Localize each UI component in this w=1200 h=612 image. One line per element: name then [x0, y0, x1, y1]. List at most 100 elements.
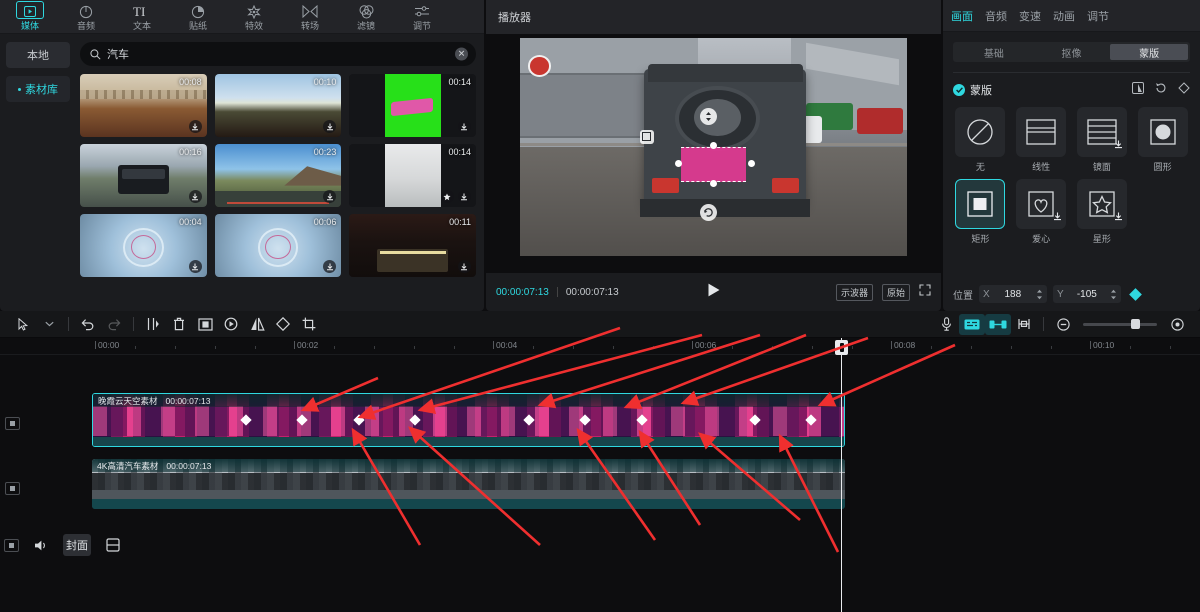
move-handle-icon[interactable] — [640, 130, 654, 144]
segment-basic[interactable]: 基础 — [955, 44, 1033, 60]
mask-shape-mirror[interactable]: 镜面 — [1075, 107, 1130, 173]
tab-effects[interactable]: 特效 — [226, 0, 282, 34]
sidebar-item-local[interactable]: 本地 — [6, 42, 70, 68]
timeline-clip-2[interactable]: 4K高清汽车素材 00:00:07:13 — [92, 459, 845, 509]
download-icon[interactable] — [1114, 208, 1123, 226]
playhead[interactable] — [841, 338, 842, 612]
media-item[interactable]: 00:10 — [215, 74, 342, 137]
tab-adjust[interactable]: 调节 — [1087, 8, 1109, 24]
mask-handle-left[interactable] — [675, 160, 682, 167]
delete-icon[interactable] — [166, 314, 192, 335]
tab-speed[interactable]: 变速 — [1019, 8, 1041, 24]
position-x-field[interactable]: X 188 — [979, 285, 1047, 303]
crop-icon[interactable] — [296, 314, 322, 335]
zoom-in-icon[interactable] — [1164, 314, 1190, 335]
track-1-toggle[interactable] — [5, 417, 20, 430]
stepper-icon[interactable] — [1036, 289, 1043, 300]
media-item[interactable]: 00:14 — [349, 74, 476, 137]
volume-icon[interactable] — [29, 534, 53, 556]
timeline-ruler[interactable]: 00:00 00:02 00:04 00:06 00:08 00:10 — [0, 338, 1200, 355]
split-icon[interactable] — [140, 314, 166, 335]
subtitle-icon[interactable] — [959, 314, 985, 335]
media-item[interactable]: 00:14 — [349, 144, 476, 207]
download-icon[interactable] — [189, 120, 202, 133]
freeze-frame-icon[interactable] — [218, 314, 244, 335]
download-icon[interactable] — [458, 190, 471, 203]
mask-shape-none[interactable]: 无 — [953, 107, 1008, 173]
position-y-value[interactable]: -105 — [1072, 289, 1102, 300]
close-icon[interactable]: ✕ — [455, 48, 468, 61]
keyframe-diamond-icon[interactable] — [1129, 288, 1142, 301]
media-item[interactable]: 00:11 — [349, 214, 476, 277]
track-toggle-icon[interactable] — [4, 539, 19, 552]
play-button[interactable] — [707, 283, 720, 302]
microphone-icon[interactable] — [933, 314, 959, 335]
tab-adjust[interactable]: 调节 — [394, 0, 450, 34]
fullscreen-icon[interactable] — [919, 283, 931, 301]
tab-filter[interactable]: 滤镜 — [338, 0, 394, 34]
crop-frame-icon[interactable] — [192, 314, 218, 335]
tab-audio[interactable]: 音频 — [58, 0, 114, 34]
mask-checkbox[interactable] — [953, 84, 965, 96]
mask-shape-circle[interactable]: 圆形 — [1135, 107, 1190, 173]
track-2-toggle[interactable] — [5, 482, 20, 495]
tab-media[interactable]: 媒体 — [2, 0, 58, 34]
search-bar[interactable]: 汽车 ✕ — [80, 42, 476, 66]
rotate-icon[interactable] — [700, 204, 717, 221]
chevron-down-icon[interactable] — [36, 314, 62, 335]
undo-icon[interactable] — [75, 314, 101, 335]
mask-shape-heart[interactable]: 爱心 — [1014, 179, 1069, 245]
cover-button[interactable]: 封面 — [63, 534, 91, 556]
position-x-value[interactable]: 188 — [998, 289, 1028, 300]
tab-sticker[interactable]: 贴纸 — [170, 0, 226, 34]
mirror-icon[interactable] — [244, 314, 270, 335]
select-arrow-icon[interactable] — [10, 314, 36, 335]
download-icon[interactable] — [1114, 136, 1123, 154]
tab-text[interactable]: TI 文本 — [114, 0, 170, 34]
media-item[interactable]: 00:08 — [80, 74, 207, 137]
rotate-icon[interactable] — [270, 314, 296, 335]
timeline-clip-1[interactable]: 晚霞云天空素材 00:00:07:13 — [92, 393, 845, 447]
playhead-handle[interactable] — [835, 340, 848, 355]
segment-mask[interactable]: 蒙版 — [1110, 44, 1188, 60]
search-input[interactable]: 汽车 — [107, 46, 129, 62]
download-icon[interactable] — [458, 260, 471, 273]
mask-handle-top[interactable] — [710, 142, 717, 149]
media-item[interactable]: 00:06 — [215, 214, 342, 277]
mask-shape-linear[interactable]: 线性 — [1014, 107, 1069, 173]
save-icon[interactable] — [101, 534, 125, 556]
tab-transition[interactable]: 转场 — [282, 0, 338, 34]
download-icon[interactable] — [1053, 208, 1062, 226]
zoom-out-icon[interactable] — [1050, 314, 1076, 335]
mask-handle-bottom[interactable] — [710, 180, 717, 187]
tab-audio[interactable]: 音频 — [985, 8, 1007, 24]
position-y-field[interactable]: Y -105 — [1053, 285, 1121, 303]
segment-chromakey[interactable]: 抠像 — [1033, 44, 1111, 60]
redo-icon[interactable] — [101, 314, 127, 335]
media-item[interactable]: 00:04 — [80, 214, 207, 277]
media-item[interactable]: 00:16 — [80, 144, 207, 207]
media-item[interactable]: 00:23 — [215, 144, 342, 207]
duration-label: 00:14 — [448, 147, 471, 157]
download-icon[interactable] — [189, 260, 202, 273]
original-button[interactable]: 原始 — [882, 284, 910, 301]
download-icon[interactable] — [189, 190, 202, 203]
mask-shape-star[interactable]: 星形 — [1075, 179, 1130, 245]
tab-animation[interactable]: 动画 — [1053, 8, 1075, 24]
expand-handle-icon[interactable] — [700, 108, 717, 125]
download-icon[interactable] — [458, 120, 471, 133]
mask-shape-rectangle[interactable]: 矩形 — [953, 179, 1008, 245]
keyframe-icon[interactable] — [1178, 81, 1190, 99]
scope-button[interactable]: 示波器 — [836, 284, 873, 301]
auto-cut-icon[interactable] — [985, 314, 1011, 335]
zoom-slider[interactable] — [1083, 323, 1157, 326]
video-preview[interactable] — [520, 38, 907, 256]
stepper-icon[interactable] — [1110, 289, 1117, 300]
zoom-slider-knob[interactable] — [1131, 319, 1140, 329]
sidebar-item-library[interactable]: 素材库 — [6, 76, 70, 102]
favorite-icon[interactable] — [441, 190, 454, 203]
reset-icon[interactable] — [1155, 81, 1167, 99]
invert-icon[interactable] — [1132, 81, 1144, 99]
tab-picture[interactable]: 画面 — [951, 8, 973, 24]
adsorb-icon[interactable] — [1011, 314, 1037, 335]
